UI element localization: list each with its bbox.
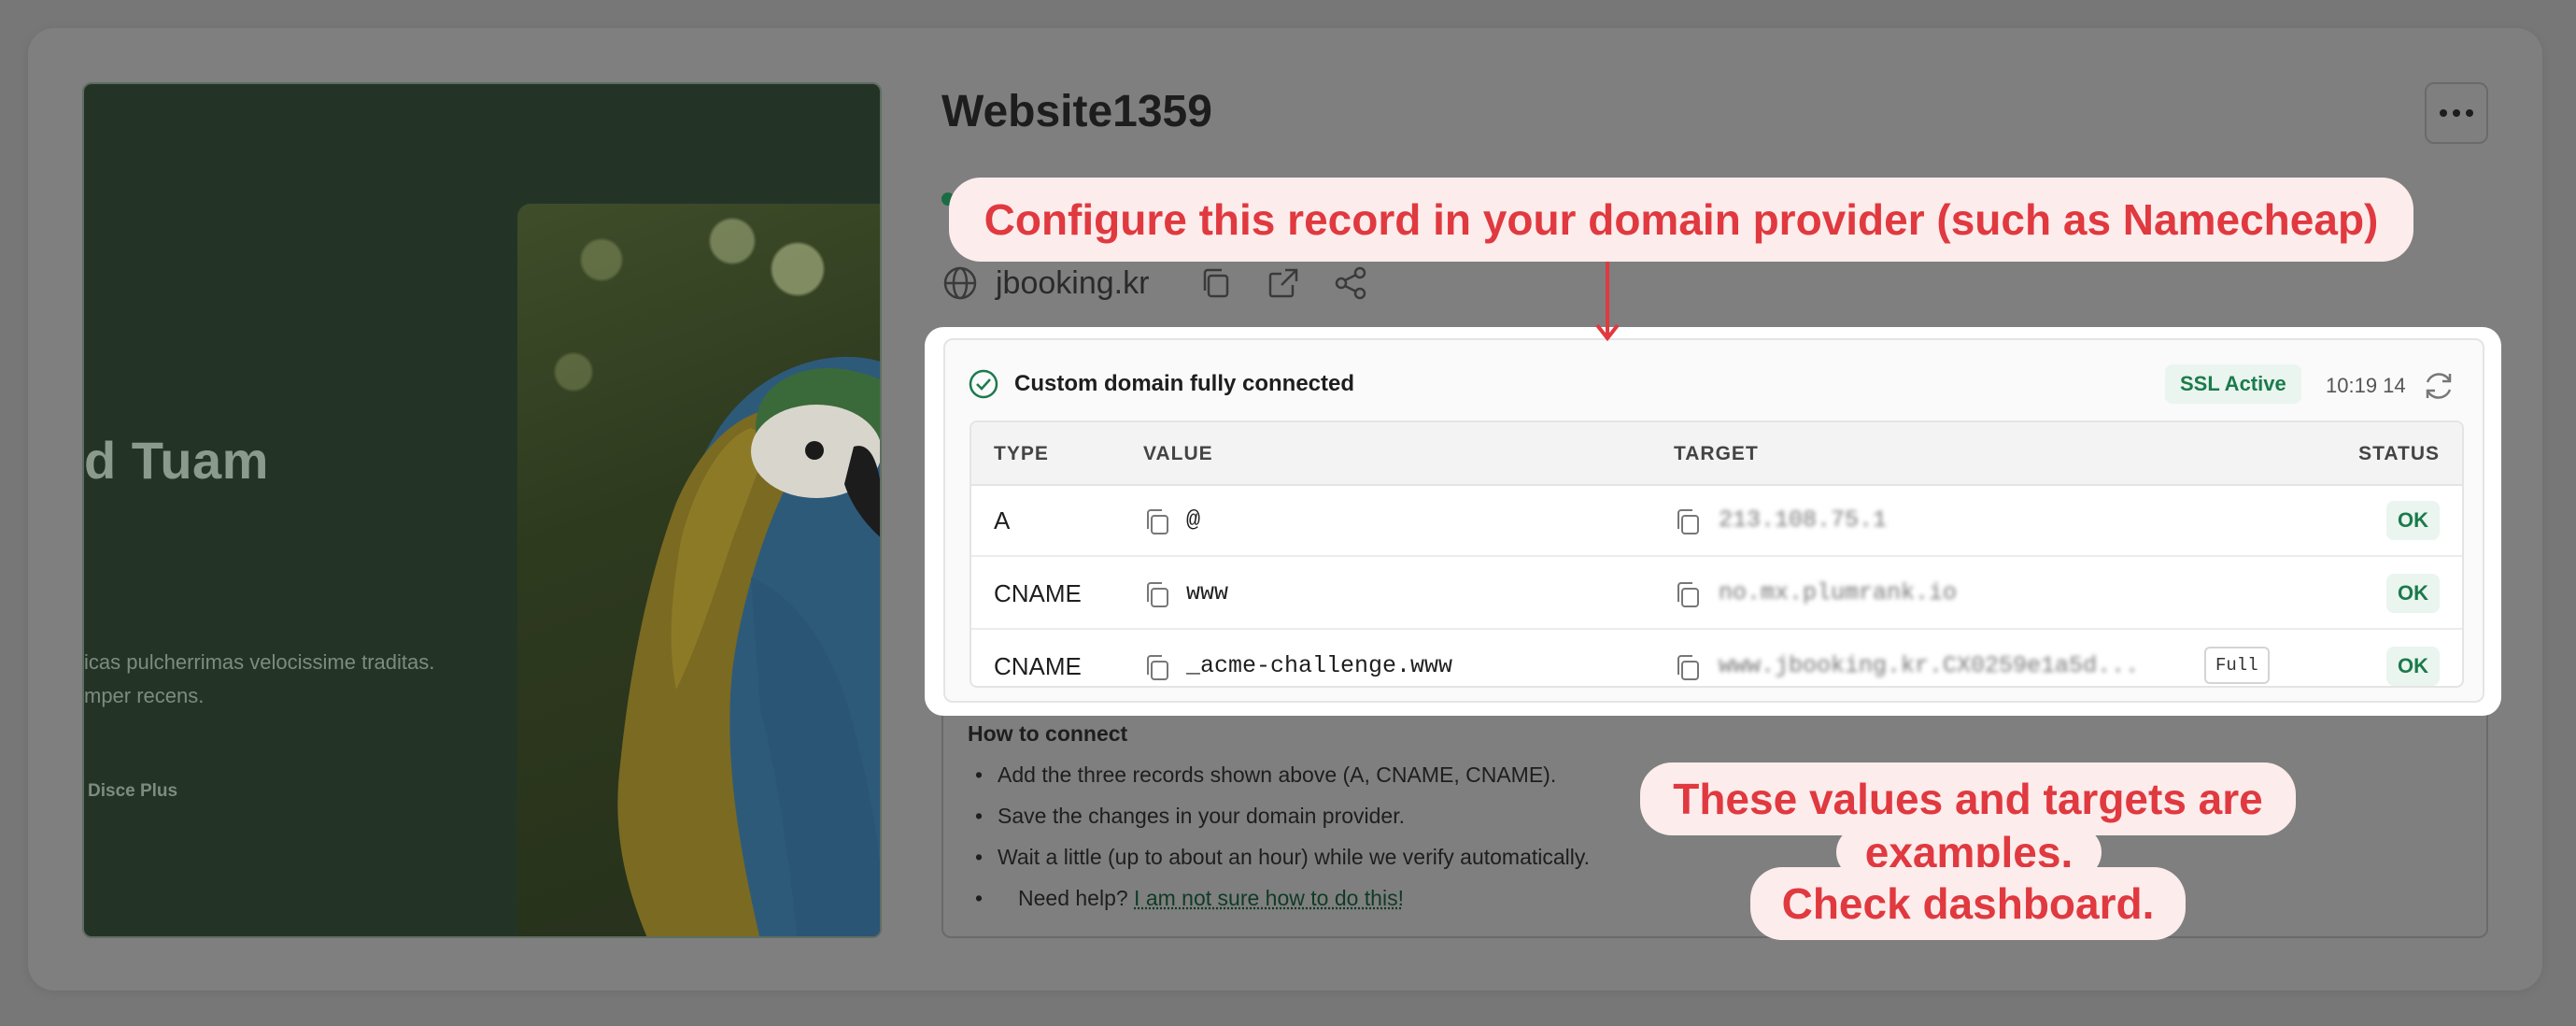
domain-name[interactable]: jbooking.kr [996,265,1149,302]
refresh-icon[interactable] [2421,368,2456,404]
preview-hero-text-1: icas pulcherrimas velocissime traditas. [84,650,435,674]
record-type: CNAME [994,652,1082,680]
table-row: A @ 213.108.75.1 OK [971,486,2462,557]
callout-configure: Configure this record in your domain pro… [949,178,2413,262]
share-icon[interactable] [1332,264,1369,302]
show-full-button[interactable]: Full [2204,647,2270,684]
check-circle-icon [969,369,998,399]
ssl-badge: SSL Active [2165,364,2301,404]
parrot-illustration [617,356,880,936]
status-badge: OK [2386,574,2440,613]
connection-status: Custom domain fully connected [968,368,1354,400]
howto-step: Save the changes in your domain provider… [975,804,1405,829]
dns-records-panel: Custom domain fully connected SSL Active… [925,327,2501,716]
callout-examples-line3: Check dashboard. [1750,867,2186,940]
how-to-connect-title: How to connect [968,721,1128,746]
arrow-down-icon [1595,262,1620,342]
callout-examples-line1: These values and targets are [1640,762,2296,835]
preview-parrot-image [517,204,880,936]
last-checked-time: 10:19 14 [2326,374,2406,397]
copy-icon[interactable] [1674,506,1702,536]
copy-icon[interactable] [1143,652,1171,682]
copy-icon[interactable] [1674,579,1702,609]
howto-step: Wait a little (up to about an hour) whil… [975,845,1590,870]
dns-records-card: Custom domain fully connected SSL Active… [943,338,2484,703]
preview-hero-title: d Tuam [84,431,269,490]
copy-icon[interactable] [1674,652,1702,682]
record-value: _acme-challenge.www [1186,652,1453,679]
dns-records-table: TYPE VALUE TARGET STATUS A @ 213.108.75.… [970,420,2464,688]
howto-step: Add the three records shown above (A, CN… [975,762,1556,788]
preview-hero-link: Disce Plus [88,781,178,801]
column-header-target: TARGET [1674,443,1759,464]
column-header-status: STATUS [2358,443,2440,464]
connection-status-text: Custom domain fully connected [1014,371,1355,396]
more-icon [2440,109,2447,117]
website-preview[interactable]: d Tuam icas pulcherrimas velocissime tra… [82,82,882,938]
copy-icon[interactable] [1143,506,1171,536]
copy-icon[interactable] [1197,264,1235,302]
record-type: A [994,506,1011,534]
record-target: no.mx.plumrank.io [1719,579,1958,606]
more-options-button[interactable] [2425,82,2488,144]
howto-step: Need help? I am not sure how to do this! [975,886,1404,911]
status-badge: OK [2386,501,2440,540]
record-target: www.jbooking.kr.CX0259e1a5d... [1719,652,2140,679]
record-value: @ [1186,506,1201,534]
table-row: CNAME www no.mx.plumrank.io OK [971,559,2462,630]
column-header-type: TYPE [994,443,1049,464]
record-target: 213.108.75.1 [1719,506,1888,534]
table-header: TYPE VALUE TARGET STATUS [971,422,2462,486]
help-prefix: Need help? [1018,886,1128,910]
globe-icon [943,266,977,300]
record-type: CNAME [994,579,1082,607]
table-row: CNAME _acme-challenge.www www.jbooking.k… [971,632,2462,686]
page-title: Website1359 [941,87,1212,136]
external-link-icon[interactable] [1265,264,1302,302]
help-link[interactable]: I am not sure how to do this! [1134,886,1404,910]
copy-icon[interactable] [1143,579,1171,609]
column-header-value: VALUE [1143,443,1213,464]
domain-row: jbooking.kr [941,260,1399,306]
preview-hero-text-2: mper recens. [84,684,205,707]
record-value: www [1186,579,1229,606]
status-badge: OK [2386,647,2440,686]
